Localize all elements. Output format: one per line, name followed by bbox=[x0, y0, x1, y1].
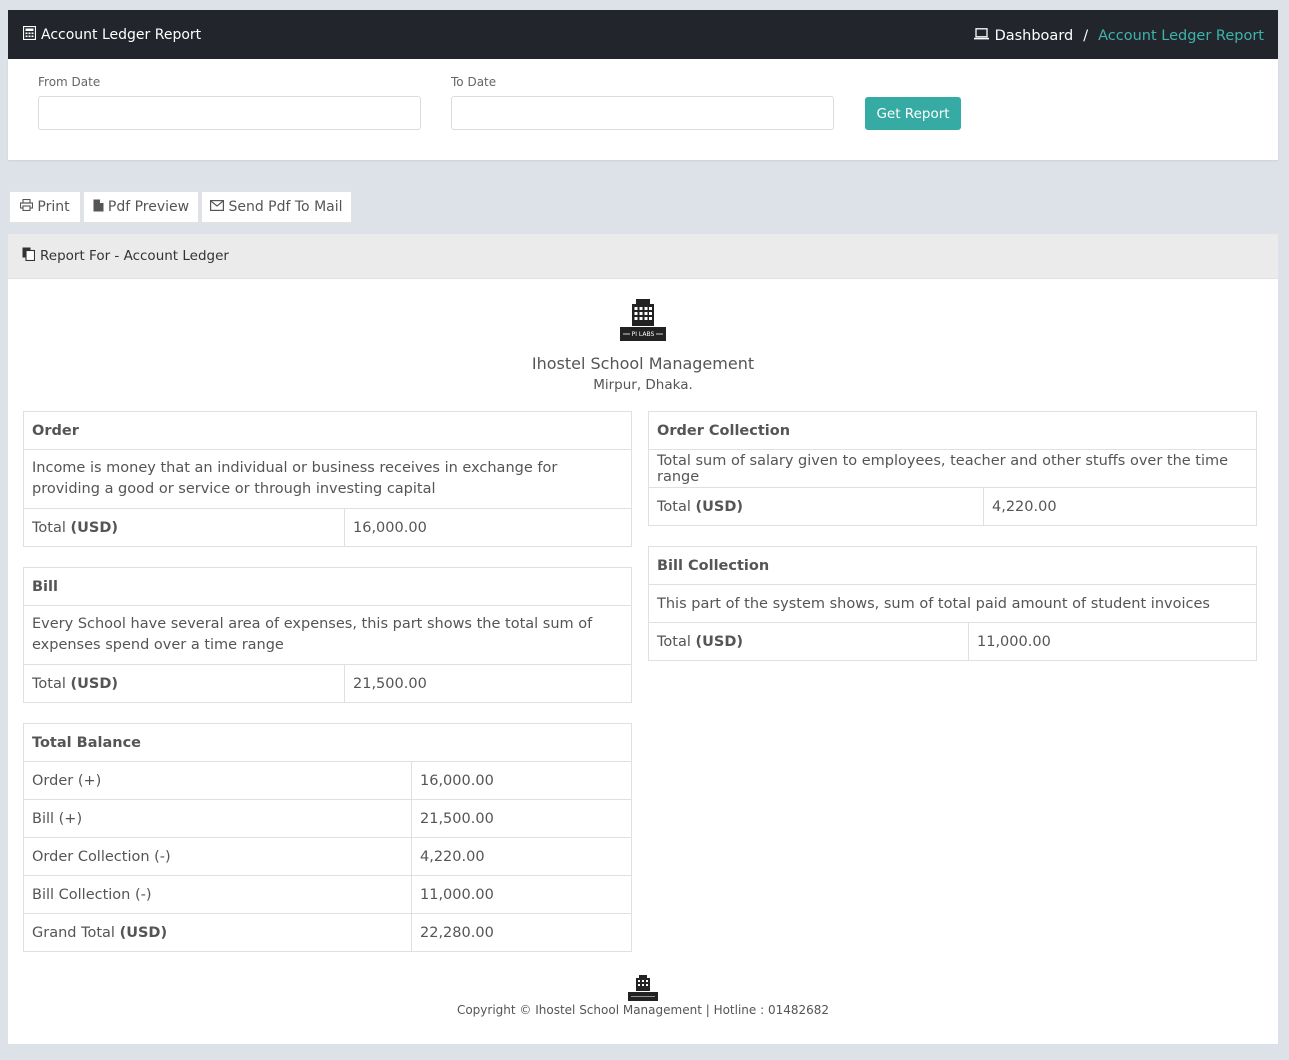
school-address: Mirpur, Dhaka. bbox=[593, 377, 693, 393]
breadcrumb-current: Account Ledger Report bbox=[1098, 27, 1264, 44]
bill-description: Every School have several area of expens… bbox=[23, 605, 632, 665]
filter-panel: From Date To Date Get Report bbox=[8, 59, 1278, 160]
grand-total-label: Grand Total (USD) bbox=[23, 913, 412, 952]
total-balance-title: Total Balance bbox=[23, 723, 632, 762]
order-table: Order Income is money that an individual… bbox=[23, 411, 632, 547]
to-date-input[interactable] bbox=[451, 96, 834, 130]
order-total-label: Total (USD) bbox=[23, 508, 345, 547]
table-row: Grand Total (USD) 22,280.00 bbox=[23, 913, 632, 952]
file-icon bbox=[93, 199, 104, 216]
bill-collection-title: Bill Collection bbox=[648, 546, 1257, 585]
breadcrumb: Dashboard / Account Ledger Report bbox=[973, 27, 1264, 44]
from-date-label: From Date bbox=[38, 75, 101, 89]
table-row: Bill Collection (-) 11,000.00 bbox=[23, 875, 632, 914]
bill-collection-total-label: Total (USD) bbox=[648, 622, 969, 661]
breadcrumb-dashboard-label: Dashboard bbox=[994, 27, 1074, 44]
envelope-icon bbox=[210, 199, 225, 215]
report-heading-text: Report For - Account Ledger bbox=[40, 248, 229, 264]
balance-row-value: 11,000.00 bbox=[411, 875, 632, 914]
bill-table: Bill Every School have several area of e… bbox=[23, 567, 632, 703]
page-title-text: Account Ledger Report bbox=[41, 26, 202, 43]
order-description: Income is money that an individual or bu… bbox=[23, 449, 632, 509]
calculator-icon bbox=[22, 25, 37, 44]
table-row: Bill (+) 21,500.00 bbox=[23, 799, 632, 838]
send-pdf-mail-button[interactable]: Send Pdf To Mail bbox=[201, 191, 352, 223]
copy-icon bbox=[22, 247, 36, 265]
order-collection-total-value: 4,220.00 bbox=[983, 487, 1257, 526]
school-logo: PI LABS bbox=[620, 299, 666, 341]
pdf-preview-button-label: Pdf Preview bbox=[107, 199, 190, 215]
school-name: Ihostel School Management bbox=[531, 354, 755, 373]
laptop-icon bbox=[973, 27, 989, 44]
report-panel: Report For - Account Ledger PI LABS Ihos… bbox=[8, 234, 1278, 1044]
order-total-value: 16,000.00 bbox=[344, 508, 632, 547]
print-icon bbox=[20, 198, 34, 215]
breadcrumb-separator: / bbox=[1083, 27, 1089, 44]
grand-total-value: 22,280.00 bbox=[411, 913, 632, 952]
top-bar: Account Ledger Report Dashboard / Accoun… bbox=[8, 10, 1278, 59]
report-heading: Report For - Account Ledger bbox=[8, 234, 1278, 279]
order-collection-total-label: Total (USD) bbox=[648, 487, 984, 526]
print-button-label: Print bbox=[37, 199, 70, 215]
send-pdf-mail-button-label: Send Pdf To Mail bbox=[228, 199, 343, 215]
bill-title: Bill bbox=[23, 567, 632, 606]
order-collection-table: Order Collection Total sum of salary giv… bbox=[648, 411, 1257, 526]
table-row: Order (+) 16,000.00 bbox=[23, 761, 632, 800]
get-report-button[interactable]: Get Report bbox=[865, 97, 961, 130]
total-balance-table: Total Balance Order (+) 16,000.00 Bill (… bbox=[23, 723, 632, 952]
order-collection-title: Order Collection bbox=[648, 411, 1257, 450]
breadcrumb-dashboard[interactable]: Dashboard bbox=[973, 27, 1074, 44]
balance-row-label: Order (+) bbox=[23, 761, 412, 800]
page-title: Account Ledger Report bbox=[22, 25, 202, 44]
bill-collection-description: This part of the system shows, sum of to… bbox=[648, 584, 1257, 623]
from-date-input[interactable] bbox=[38, 96, 421, 130]
bill-collection-table: Bill Collection This part of the system … bbox=[648, 546, 1257, 661]
footer-logo bbox=[628, 975, 658, 1001]
print-button[interactable]: Print bbox=[9, 191, 81, 223]
order-title: Order bbox=[23, 411, 632, 450]
balance-row-value: 4,220.00 bbox=[411, 837, 632, 876]
to-date-label: To Date bbox=[451, 75, 497, 89]
balance-row-value: 21,500.00 bbox=[411, 799, 632, 838]
pdf-preview-button[interactable]: Pdf Preview bbox=[83, 191, 199, 223]
logo-text: PI LABS bbox=[632, 331, 655, 338]
bill-collection-total-value: 11,000.00 bbox=[968, 622, 1257, 661]
copyright-text: Copyright © Ihostel School Management | … bbox=[456, 1003, 830, 1017]
balance-row-label: Bill Collection (-) bbox=[23, 875, 412, 914]
balance-row-label: Order Collection (-) bbox=[23, 837, 412, 876]
bill-total-label: Total (USD) bbox=[23, 664, 345, 703]
table-row: Order Collection (-) 4,220.00 bbox=[23, 837, 632, 876]
balance-row-value: 16,000.00 bbox=[411, 761, 632, 800]
order-collection-description: Total sum of salary given to employees, … bbox=[648, 449, 1257, 488]
bill-total-value: 21,500.00 bbox=[344, 664, 632, 703]
balance-row-label: Bill (+) bbox=[23, 799, 412, 838]
